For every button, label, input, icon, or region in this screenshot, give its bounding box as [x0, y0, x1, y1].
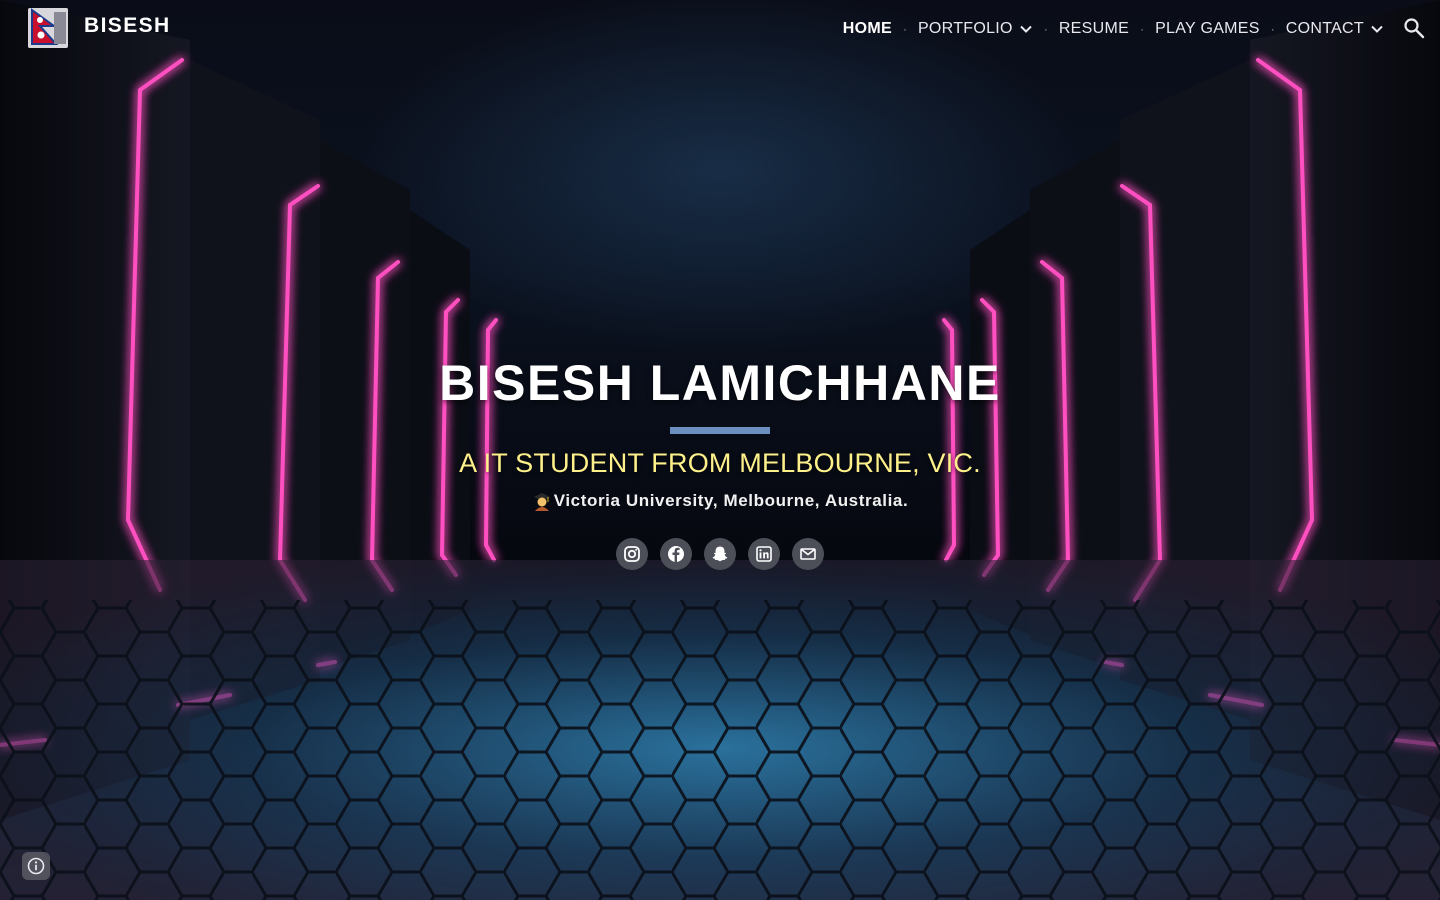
- nav-item-play-games[interactable]: PLAY GAMES: [1155, 20, 1260, 38]
- chevron-down-icon[interactable]: [1019, 22, 1033, 36]
- linkedin-link[interactable]: [748, 538, 780, 570]
- instagram-icon: [624, 546, 640, 562]
- nav-item-label: HOME: [842, 20, 892, 37]
- nav-item-label: PORTFOLIO: [917, 20, 1013, 37]
- nav-item-resume[interactable]: RESUME: [1059, 20, 1129, 38]
- snapchat-icon: [712, 546, 728, 562]
- main-nav: HOME · PORTFOLIO · RESUME · PLAY GAMES ·…: [843, 16, 1384, 42]
- site-title[interactable]: BISESH: [84, 14, 171, 38]
- nav-separator: ·: [1043, 22, 1048, 36]
- search-icon[interactable]: [1402, 16, 1426, 40]
- nav-item-label: RESUME: [1058, 20, 1130, 37]
- info-icon: [27, 857, 45, 875]
- hero-section: BISESH LAMICHHANE A IT STUDENT FROM MELB…: [0, 352, 1440, 570]
- nav-separator: ·: [1270, 22, 1275, 36]
- nav-separator: ·: [1140, 22, 1145, 36]
- nav-separator: ·: [902, 22, 907, 36]
- title-divider: [670, 427, 770, 434]
- site-info-button[interactable]: [22, 852, 50, 880]
- mail-icon: [800, 548, 816, 560]
- hexagon-floor-background: [0, 560, 1440, 900]
- hero-title: BISESH LAMICHHANE: [439, 355, 1001, 411]
- facebook-link[interactable]: [660, 538, 692, 570]
- top-navigation-bar: BISESH HOME · PORTFOLIO · RESUME · PLAY …: [0, 0, 1440, 56]
- nav-item-home[interactable]: HOME: [843, 20, 892, 38]
- facebook-icon: [668, 546, 684, 562]
- email-link[interactable]: [792, 538, 824, 570]
- nav-item-label: PLAY GAMES: [1155, 20, 1260, 37]
- university-text: Victoria University, Melbourne, Australi…: [553, 491, 909, 510]
- social-links: [0, 538, 1440, 570]
- nav-item-portfolio[interactable]: PORTFOLIO: [918, 20, 1033, 38]
- university-line: Victoria University, Melbourne, Australi…: [532, 489, 909, 513]
- graduate-emoji-icon: [533, 493, 550, 511]
- page: BISESH HOME · PORTFOLIO · RESUME · PLAY …: [0, 0, 1440, 900]
- linkedin-icon: [756, 546, 772, 562]
- hero-subtitle: A IT STUDENT FROM MELBOURNE, VIC.: [459, 448, 981, 478]
- chevron-down-icon[interactable]: [1370, 22, 1384, 36]
- nav-item-contact[interactable]: CONTACT: [1286, 20, 1384, 38]
- nepal-flag-logo[interactable]: [28, 8, 68, 48]
- snapchat-link[interactable]: [704, 538, 736, 570]
- nav-item-label: CONTACT: [1285, 20, 1364, 37]
- instagram-link[interactable]: [616, 538, 648, 570]
